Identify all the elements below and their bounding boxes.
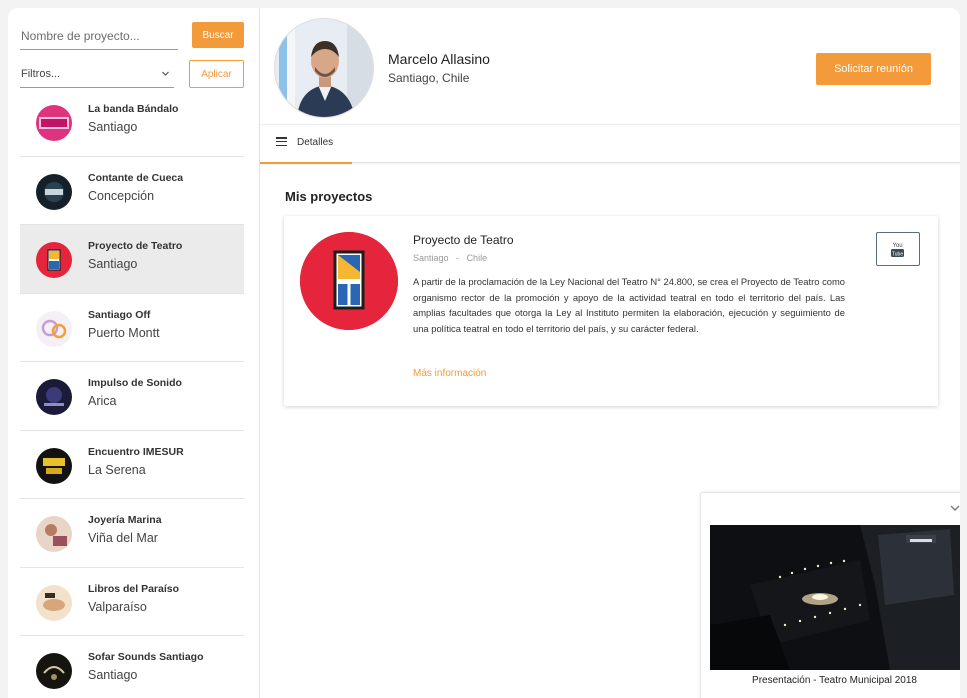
sidebar: Buscar Filtros... Aplicar: [8, 8, 260, 698]
avatar: [36, 173, 72, 210]
avatar: [36, 584, 72, 621]
section-title: Mis proyectos: [285, 189, 373, 204]
video-widget: Presentación - Teatro Municipal 2018: [700, 492, 960, 698]
list-item[interactable]: Joyería Marina Viña del Mar: [20, 499, 244, 568]
project-list: La banda Bándalo Santiago Contante de Cu…: [20, 88, 244, 698]
list-item-city: Concepción: [88, 188, 155, 203]
tab-details[interactable]: Detalles: [260, 125, 352, 164]
list-item-name: Santiago Off: [88, 308, 151, 321]
list-item[interactable]: Sofar Sounds Santiago Santiago: [20, 636, 244, 698]
apply-button[interactable]: Aplicar: [189, 60, 244, 88]
chevron-down-icon[interactable]: [949, 500, 960, 518]
avatar: [36, 105, 72, 141]
list-item[interactable]: Contante de Cueca Concepción: [20, 157, 244, 225]
youtube-icon-text-tube: Tube: [892, 252, 903, 258]
avatar: [36, 447, 72, 484]
menu-icon: [276, 137, 287, 147]
list-item-city: Santiago: [88, 120, 138, 134]
project-country: Chile: [466, 253, 488, 263]
search-input[interactable]: [20, 22, 178, 50]
profile-name: Marcelo Allasino: [388, 51, 490, 67]
list-item-name: Proyecto de Teatro: [88, 240, 183, 252]
search-row: Buscar: [20, 22, 245, 50]
list-item-name: La banda Bándalo: [88, 103, 179, 115]
request-meeting-button[interactable]: Solicitar reunión: [816, 53, 931, 85]
search-button[interactable]: Buscar: [192, 22, 244, 48]
tab-details-label: Detalles: [297, 137, 334, 148]
avatar: [36, 310, 72, 347]
avatar: [36, 242, 72, 278]
profile-photo: [274, 18, 374, 118]
list-item-city: Santiago: [88, 257, 138, 271]
youtube-icon: You Tube: [877, 233, 918, 264]
video-caption: Presentación - Teatro Municipal 2018: [752, 675, 917, 686]
list-item-name: Impulso de Sonido: [88, 377, 182, 389]
list-item[interactable]: Proyecto de Teatro Santiago: [20, 225, 244, 294]
avatar: [36, 653, 72, 689]
avatar: [36, 379, 72, 415]
project-location: Santiago - Chile: [413, 253, 487, 263]
tab-bar: Detalles: [260, 124, 960, 164]
list-item-city: Santiago: [88, 668, 138, 682]
list-item[interactable]: Encuentro IMESUR La Serena: [20, 431, 244, 499]
list-item[interactable]: Santiago Off Puerto Montt: [20, 294, 244, 362]
profile-header: Marcelo Allasino Santiago, Chile Solicit…: [260, 8, 960, 164]
list-item-name: Joyería Marina: [88, 514, 162, 526]
project-card: Proyecto de Teatro Santiago - Chile A pa…: [284, 216, 938, 406]
project-title: Proyecto de Teatro: [413, 233, 514, 247]
filter-row: Filtros... Aplicar: [20, 60, 245, 88]
app-window: Buscar Filtros... Aplicar: [8, 8, 960, 698]
filter-label: Filtros...: [21, 68, 61, 80]
youtube-button[interactable]: You Tube: [876, 232, 920, 266]
profile-location: Santiago, Chile: [388, 71, 470, 85]
list-item[interactable]: Impulso de Sonido Arica: [20, 362, 244, 431]
project-description: A partir de la proclamación de la Ley Na…: [413, 276, 845, 335]
location-separator: -: [456, 253, 460, 263]
list-item-city: Viña del Mar: [88, 531, 158, 545]
list-item[interactable]: Libros del Paraíso Valparaíso: [20, 568, 244, 636]
more-info-link[interactable]: Más información: [413, 368, 486, 379]
list-item-name: Encuentro IMESUR: [88, 445, 184, 458]
list-item-name: Libros del Paraíso: [88, 582, 180, 595]
list-item-name: Sofar Sounds Santiago: [88, 651, 204, 663]
list-item-city: Valparaíso: [88, 599, 147, 614]
filter-select[interactable]: Filtros...: [20, 60, 174, 88]
list-item-city: La Serena: [88, 462, 146, 477]
project-logo: [300, 232, 398, 330]
list-item[interactable]: La banda Bándalo Santiago: [20, 88, 244, 157]
list-item-city: Arica: [88, 394, 117, 408]
list-item-city: Puerto Montt: [88, 325, 160, 340]
video-player[interactable]: [710, 525, 960, 670]
project-city: Santiago: [413, 253, 449, 263]
list-item-name: Contante de Cueca: [88, 171, 184, 184]
youtube-icon-text-you: You: [892, 243, 902, 249]
avatar: [36, 516, 72, 552]
